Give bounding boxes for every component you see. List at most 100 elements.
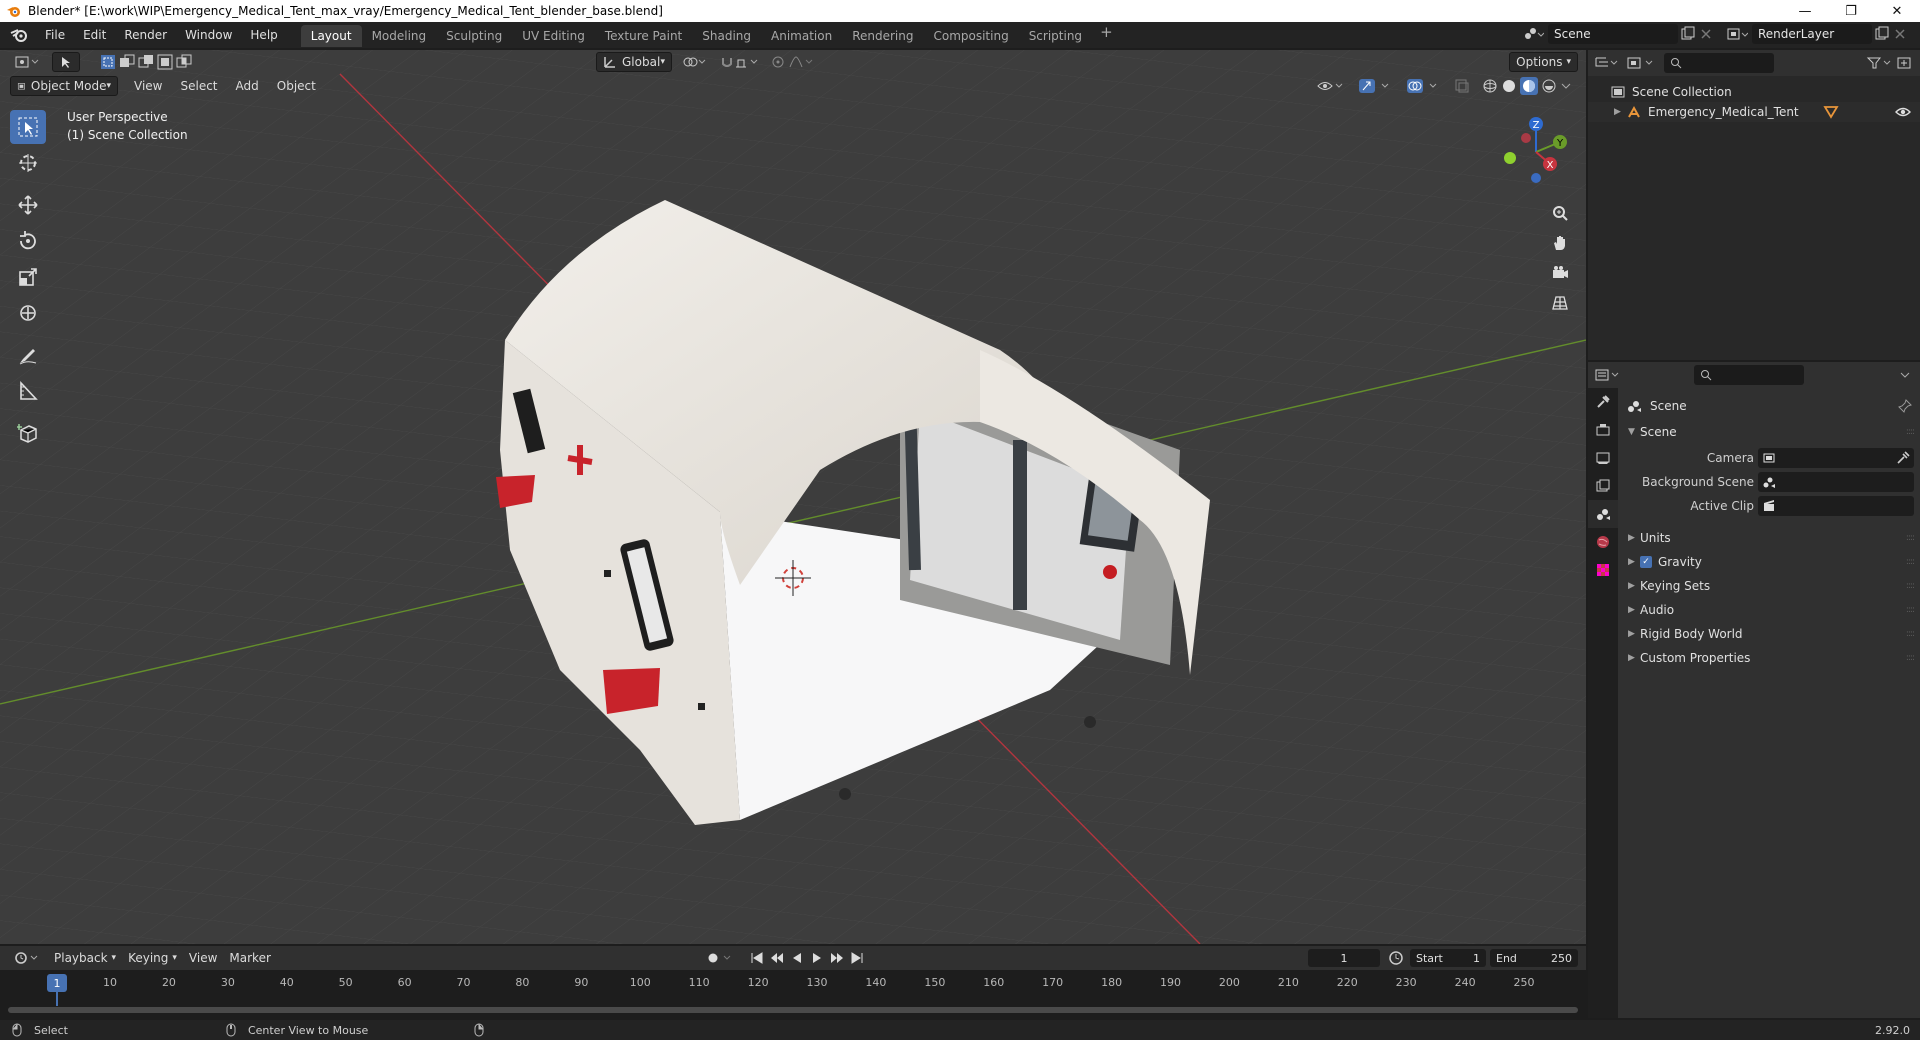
clock-icon[interactable] xyxy=(1388,950,1404,966)
menu-render[interactable]: Render xyxy=(115,22,176,48)
tab-texture[interactable] xyxy=(1588,556,1618,584)
drag-grip-icon[interactable]: :::: xyxy=(1906,533,1915,543)
invert-selection-icon[interactable] xyxy=(157,54,173,70)
outliner-editor-type-icon[interactable] xyxy=(1594,55,1620,71)
gizmo-toggle-icon[interactable] xyxy=(1352,76,1400,96)
navigation-gizmo[interactable]: Z Y X xyxy=(1496,112,1576,192)
custom-properties-panel-header[interactable]: ▶ Custom Properties :::: xyxy=(1618,646,1920,670)
timeline-menu-view[interactable]: View xyxy=(183,948,223,968)
viewport-scene[interactable] xyxy=(0,50,1586,944)
maximize-button[interactable]: ❐ xyxy=(1828,0,1874,22)
drag-grip-icon[interactable]: :::: xyxy=(1906,629,1915,639)
view-layer-name-field[interactable]: RenderLayer xyxy=(1752,24,1872,44)
tab-scene[interactable] xyxy=(1588,500,1618,528)
options-dropdown[interactable]: Options ▾ xyxy=(1509,52,1578,72)
set-selection-icon[interactable] xyxy=(100,54,116,70)
timeline-menu-keying[interactable]: Keying ▾ xyxy=(122,948,183,968)
tab-texture-paint[interactable]: Texture Paint xyxy=(595,25,692,47)
active-clip-field[interactable] xyxy=(1758,496,1914,516)
expand-triangle-icon[interactable]: ▶ xyxy=(1614,107,1626,117)
menu-file[interactable]: File xyxy=(36,22,74,48)
viewport-menu-select[interactable]: Select xyxy=(174,76,223,96)
gravity-checkbox[interactable]: ✓ xyxy=(1640,556,1652,568)
transform-orientation-dropdown[interactable]: Global ▾ xyxy=(596,52,672,72)
camera-field[interactable] xyxy=(1758,448,1914,468)
annotate-tool[interactable] xyxy=(10,338,46,372)
minimize-button[interactable]: — xyxy=(1782,0,1828,22)
menu-window[interactable]: Window xyxy=(176,22,241,48)
properties-search-field[interactable] xyxy=(1694,365,1804,385)
background-scene-field[interactable] xyxy=(1758,472,1914,492)
keying-sets-panel-header[interactable]: ▶ Keying Sets :::: xyxy=(1618,574,1920,598)
tab-uv-editing[interactable]: UV Editing xyxy=(512,25,595,47)
tab-view-layer[interactable] xyxy=(1588,472,1618,500)
close-window-button[interactable]: ✕ xyxy=(1874,0,1920,22)
auto-keying-record-icon[interactable] xyxy=(700,948,744,968)
menu-help[interactable]: Help xyxy=(241,22,286,48)
pan-button[interactable] xyxy=(1546,228,1574,258)
subtract-selection-icon[interactable] xyxy=(138,54,154,70)
pin-icon[interactable] xyxy=(1898,399,1912,413)
editor-type-icon[interactable] xyxy=(8,52,46,72)
tab-animation[interactable]: Animation xyxy=(761,25,842,47)
solid-shading-icon[interactable] xyxy=(1501,78,1517,94)
filter-icon[interactable] xyxy=(1866,55,1894,71)
end-frame-field[interactable]: End 250 xyxy=(1490,949,1578,967)
snap-icon[interactable] xyxy=(714,52,766,72)
new-collection-icon[interactable] xyxy=(1894,55,1916,71)
timeline-ruler[interactable]: 1 10 20 30 40 50 60 70 80 90 100 110 120 130 140 150 160… xyxy=(0,972,1586,1006)
start-frame-field[interactable]: Start 1 xyxy=(1410,949,1486,967)
outliner-search-field[interactable] xyxy=(1664,53,1774,73)
tab-render[interactable] xyxy=(1588,416,1618,444)
shading-options-chevron-icon[interactable] xyxy=(1560,78,1572,94)
playhead-line[interactable] xyxy=(56,992,58,1006)
shading-mode-buttons[interactable] xyxy=(1476,76,1578,96)
zoom-button[interactable] xyxy=(1546,198,1574,228)
scene-panel-header[interactable]: ▼ Scene :::: xyxy=(1618,420,1920,444)
blender-menu-icon[interactable] xyxy=(8,26,30,44)
jump-to-end-icon[interactable] xyxy=(850,951,864,965)
intersect-selection-icon[interactable] xyxy=(176,54,192,70)
wireframe-shading-icon[interactable] xyxy=(1482,78,1498,94)
perspective-toggle-button[interactable] xyxy=(1546,288,1574,318)
eye-visibility-icon[interactable] xyxy=(1894,105,1912,119)
select-box-tool[interactable] xyxy=(10,110,46,144)
mode-dropdown[interactable]: Object Mode ▾ xyxy=(10,76,118,96)
timeline-current-frame-marker[interactable]: 1 xyxy=(47,974,67,992)
delete-scene-icon[interactable] xyxy=(1698,26,1714,42)
visibility-dropdown-icon[interactable] xyxy=(1310,76,1352,96)
audio-panel-header[interactable]: ▶ Audio :::: xyxy=(1618,598,1920,622)
tab-scripting[interactable]: Scripting xyxy=(1019,25,1092,47)
rigid-body-world-panel-header[interactable]: ▶ Rigid Body World :::: xyxy=(1618,622,1920,646)
scene-name-field[interactable]: Scene xyxy=(1548,24,1678,44)
select-tool-header-icon[interactable] xyxy=(52,52,80,72)
timeline-scrollbar[interactable] xyxy=(8,1007,1578,1013)
selection-mode-buttons[interactable] xyxy=(94,52,198,72)
cursor-tool[interactable] xyxy=(10,146,46,180)
move-tool[interactable] xyxy=(10,188,46,222)
scene-selector[interactable]: Scene xyxy=(1522,24,1722,44)
rotate-tool[interactable] xyxy=(10,224,46,258)
jump-to-start-icon[interactable] xyxy=(750,951,764,965)
tab-layout[interactable]: Layout xyxy=(300,25,362,47)
tab-modeling[interactable]: Modeling xyxy=(362,25,437,47)
add-workspace-button[interactable]: + xyxy=(1092,23,1121,47)
chevron-down-icon[interactable] xyxy=(1898,368,1912,382)
scale-tool[interactable] xyxy=(10,260,46,294)
menu-edit[interactable]: Edit xyxy=(74,22,115,48)
camera-view-button[interactable] xyxy=(1546,258,1574,288)
tab-world[interactable] xyxy=(1588,528,1618,556)
pivot-point-icon[interactable] xyxy=(676,52,714,72)
current-frame-field[interactable]: 1 xyxy=(1308,949,1380,967)
previous-keyframe-icon[interactable] xyxy=(770,951,784,965)
drag-grip-icon[interactable]: :::: xyxy=(1906,653,1915,663)
gravity-panel-header[interactable]: ▶ ✓ Gravity :::: xyxy=(1618,550,1920,574)
tab-output[interactable] xyxy=(1588,444,1618,472)
delete-view-layer-icon[interactable] xyxy=(1892,26,1908,42)
3d-viewport[interactable]: Global ▾ Options ▾ Object Mode ▾ View Se… xyxy=(0,50,1586,944)
new-view-layer-icon[interactable] xyxy=(1872,26,1892,42)
drag-grip-icon[interactable]: :::: xyxy=(1906,581,1915,591)
view-layer-selector[interactable]: RenderLayer xyxy=(1726,24,1916,44)
outliner-item-row[interactable]: ▶ Emergency_Medical_Tent xyxy=(1588,102,1920,122)
viewport-menu-view[interactable]: View xyxy=(128,76,168,96)
